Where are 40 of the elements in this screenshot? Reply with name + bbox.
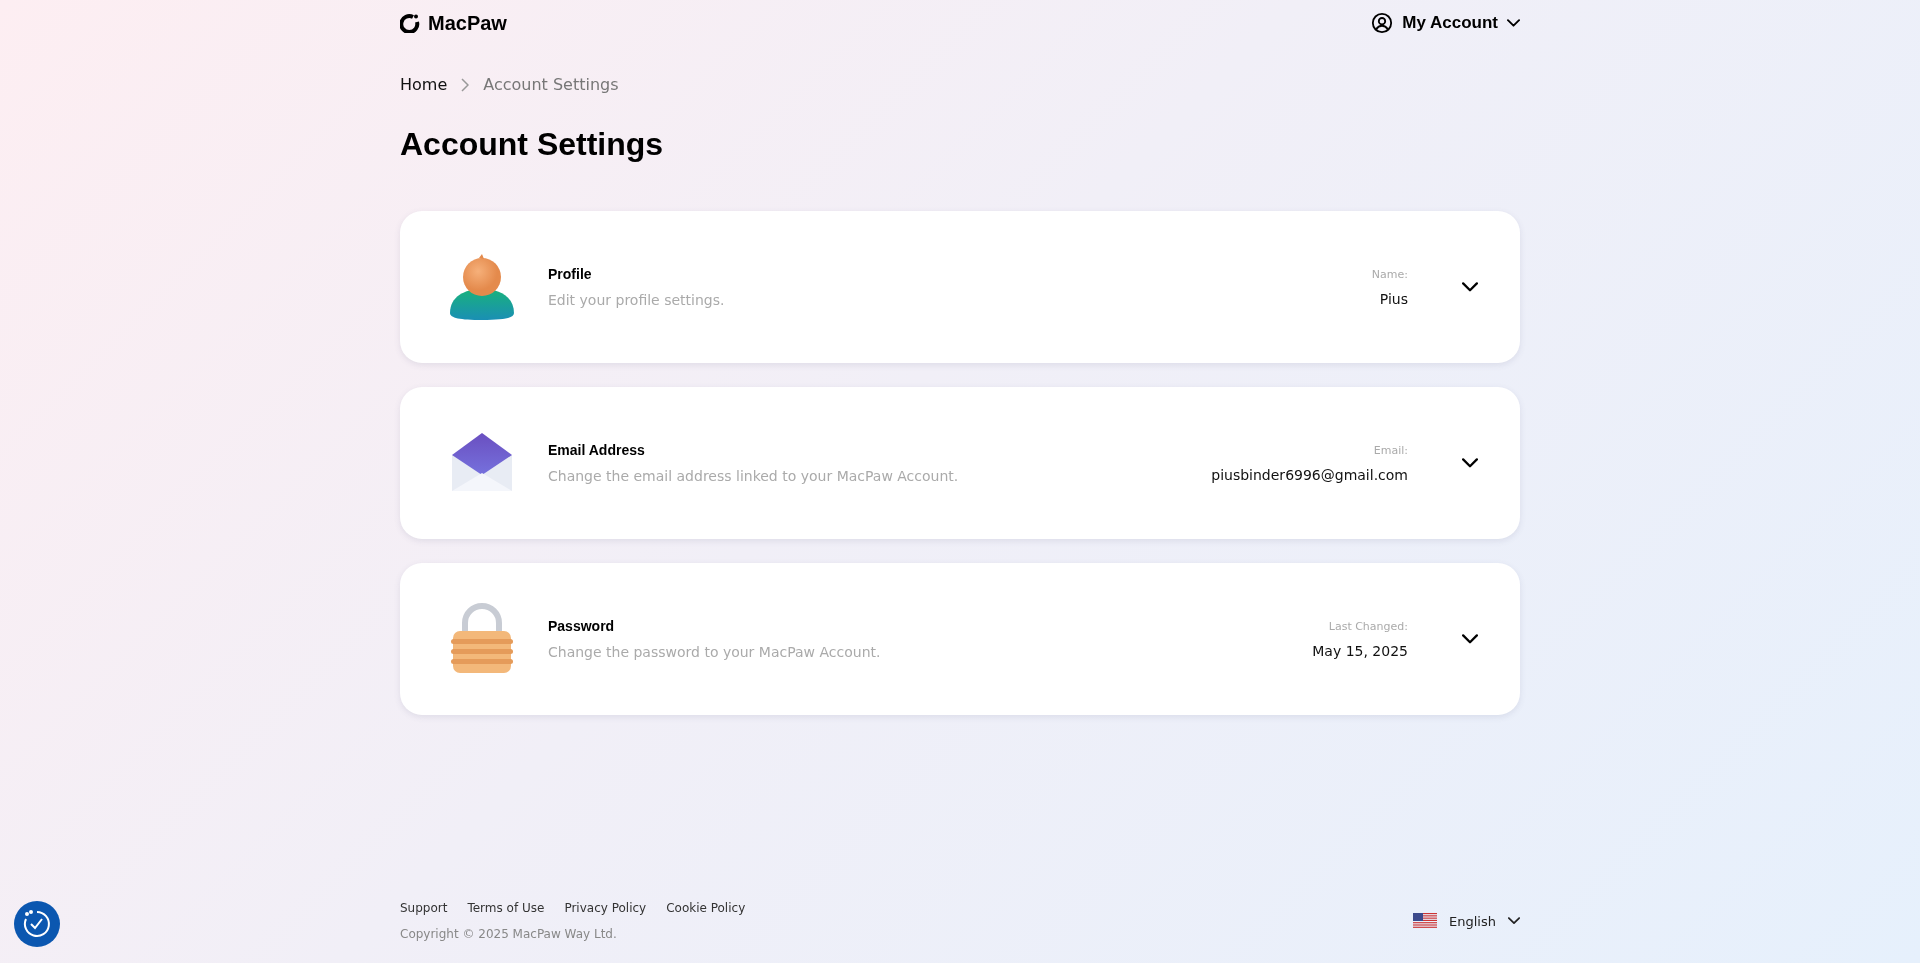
card-description: Change the password to your MacPaw Account. (548, 644, 882, 660)
field-value: Pius (1379, 290, 1408, 307)
logo-text: MacPaw (428, 11, 507, 35)
settings-card[interactable]: Email Address Change the email address linked to your MacPaw Account. Email: piusbinder6996@gmail.com (400, 387, 1520, 539)
padlock-icon (451, 603, 513, 675)
field-label: Name: (1371, 267, 1408, 281)
person-icon (448, 253, 516, 321)
logo[interactable]: MacPaw (400, 11, 507, 35)
accessibility-check-icon (22, 909, 52, 939)
footer-link[interactable]: Support (400, 901, 448, 915)
card-description: Edit your profile settings. (548, 292, 726, 308)
card-title: Password (548, 618, 616, 634)
logo-icon (400, 13, 420, 33)
breadcrumb-current: Account Settings (483, 75, 619, 94)
settings-card[interactable]: Profile Edit your profile settings. Name: Pius (400, 211, 1520, 363)
field-label: Email: (1373, 443, 1408, 457)
chevron-down-icon (1508, 917, 1520, 925)
chevron-down-icon (1507, 19, 1520, 27)
account-menu[interactable]: My Account (1371, 12, 1520, 34)
settings-card[interactable]: Password Change the password to your MacPaw Account. Last Changed: May 15, 2025 (400, 563, 1520, 715)
breadcrumb-link[interactable]: Home (400, 75, 448, 94)
language-selector[interactable]: English (1413, 913, 1520, 929)
card-title: Email Address (548, 442, 646, 458)
flag-icon (1413, 913, 1438, 929)
user-icon (1371, 12, 1394, 34)
chevron-down-icon (1462, 458, 1478, 468)
accessibility-button[interactable] (14, 901, 60, 947)
footer-link[interactable]: Privacy Policy (564, 901, 647, 915)
page-title: Account Settings (400, 126, 665, 163)
chevron-down-icon (1462, 634, 1478, 644)
card-description: Change the email address linked to your MacPaw Account. (548, 468, 960, 484)
chevron-right-icon (461, 77, 470, 92)
card-title: Profile (548, 266, 593, 282)
footer-link[interactable]: Terms of Use (467, 901, 545, 915)
chevron-down-icon (1462, 282, 1478, 292)
field-value: May 15, 2025 (1312, 642, 1408, 659)
copyright-text: Copyright © 2025 MacPaw Way Ltd. (400, 927, 618, 941)
field-label: Last Changed: (1328, 619, 1408, 633)
footer-link[interactable]: Cookie Policy (666, 901, 746, 915)
field-value: piusbinder6996@gmail.com (1211, 466, 1408, 483)
